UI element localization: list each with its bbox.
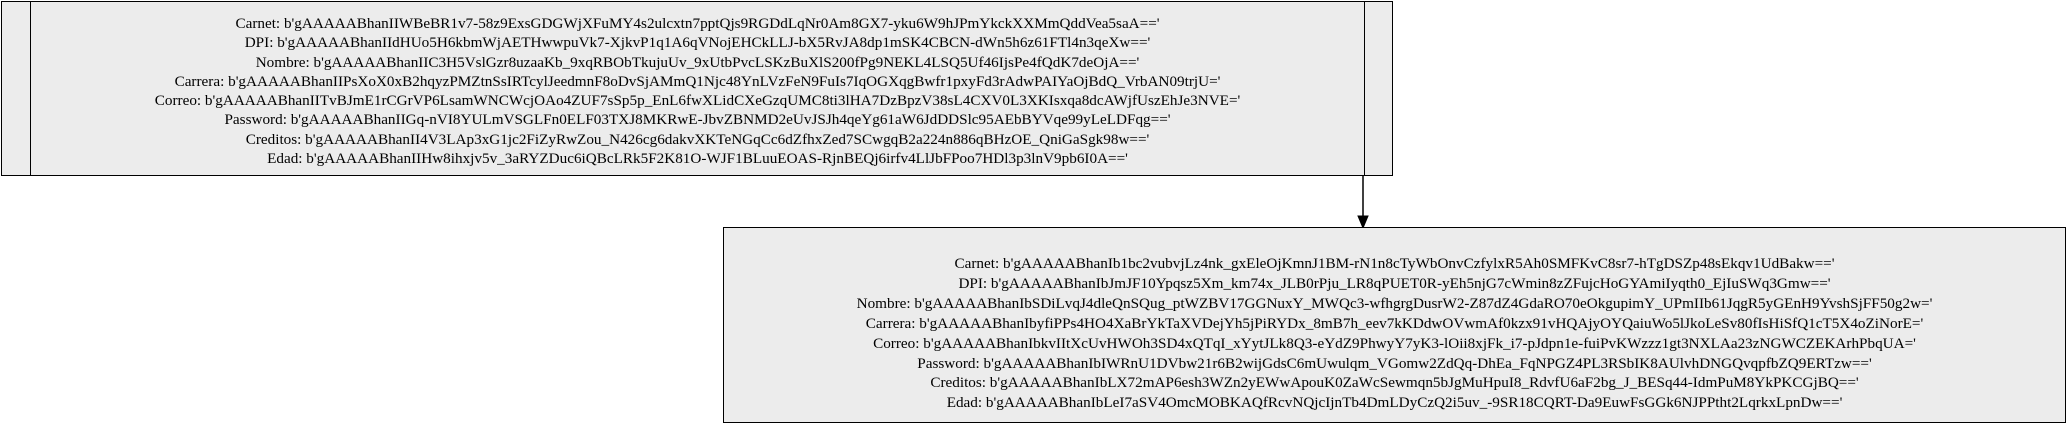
right-port-cell xyxy=(1364,2,1392,175)
field-nombre: Nombre: b'gAAAAABhanIIC3H5VslGzr8uzaaKb_… xyxy=(255,53,1140,71)
field-correo: Correo: b'gAAAAABhanIITvBJmE1rCGrVP6Lsam… xyxy=(154,92,1241,110)
record-node-2: Carnet: b'gAAAAABhanIb1bc2vubvjLz4nk_gxE… xyxy=(723,227,2066,423)
field-carnet: Carnet: b'gAAAAABhanIIWBeBR1v7-58z9ExsGD… xyxy=(235,15,1160,32)
field-password: Password: b'gAAAAABhanIbIWRnU1DVbw21r6B2… xyxy=(917,354,1872,372)
record-node-1: Carnet: b'gAAAAABhanIIWBeBR1v7-58z9ExsGD… xyxy=(1,1,1393,176)
record-fields: Carnet: b'gAAAAABhanIb1bc2vubvjLz4nk_gxE… xyxy=(724,254,2065,413)
field-nombre: Nombre: b'gAAAAABhanIbSDiLvqJ4dleQnSQug_… xyxy=(856,294,1933,312)
field-password: Password: b'gAAAAABhanIIGq-nVI8YULmVSGLF… xyxy=(224,111,1171,129)
field-carrera: Carrera: b'gAAAAABhanIbyfiPPs4HO4XaBrYkT… xyxy=(865,314,1924,332)
record-fields: Carnet: b'gAAAAABhanIIWBeBR1v7-58z9ExsGD… xyxy=(31,14,1364,168)
field-dpi: DPI: b'gAAAAABhanIIdHUo5H6kbmWjAETHwwpuV… xyxy=(244,34,1151,52)
field-edad: Edad: b'gAAAAABhanIIHw8ihxjv5v_3aRYZDuc6… xyxy=(267,150,1128,168)
field-correo: Correo: b'gAAAAABhanIbkvIItXcUvHWOh3SD4x… xyxy=(873,334,1916,352)
field-dpi: DPI: b'gAAAAABhanIbJmJF10Ypqsz5Xm_km74x_… xyxy=(958,274,1831,292)
field-edad: Edad: b'gAAAAABhanIbLeI7aSV4OmcMOBKAQfRc… xyxy=(946,394,1843,412)
field-creditos: Creditos: b'gAAAAABhanII4V3LAp3xG1jc2FiZ… xyxy=(245,130,1150,148)
left-port-cell xyxy=(2,2,31,175)
field-creditos: Creditos: b'gAAAAABhanIbLX72mAP6esh3WZn2… xyxy=(930,374,1859,392)
field-carrera: Carrera: b'gAAAAABhanIIPsXoX0xB2hqyzPMZt… xyxy=(174,72,1221,90)
field-carnet: Carnet: b'gAAAAABhanIb1bc2vubvjLz4nk_gxE… xyxy=(954,255,1835,272)
